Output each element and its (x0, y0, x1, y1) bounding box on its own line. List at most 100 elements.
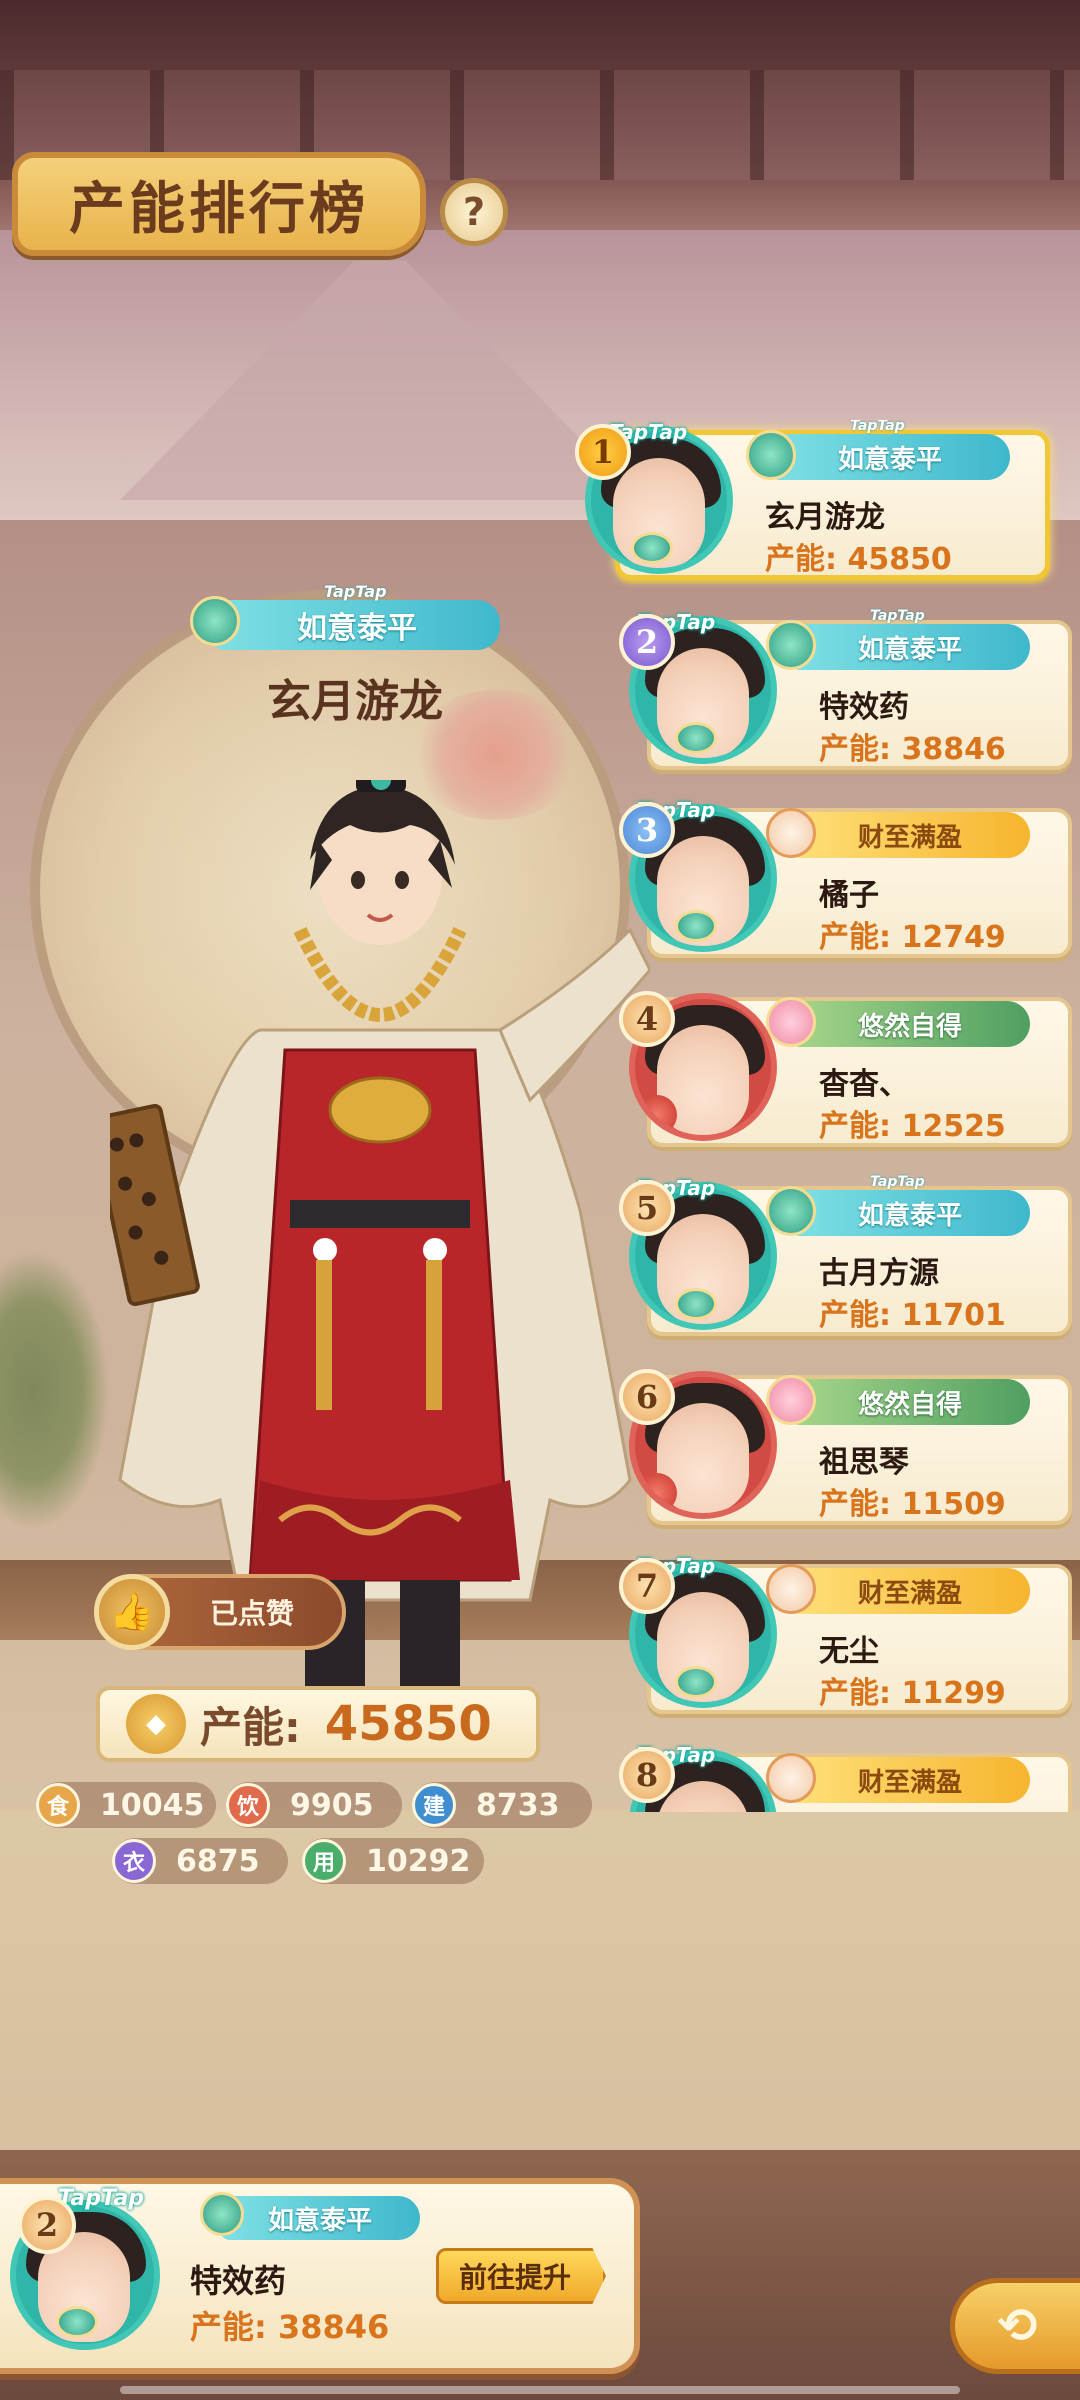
own-player-name: 特效药 (190, 2262, 287, 2300)
lotus-icon (766, 997, 816, 1047)
rank-number: 8 (619, 1747, 675, 1803)
help-button[interactable]: ? (440, 178, 508, 246)
title-badge: 悠然自得 (766, 1375, 1030, 1425)
back-arrow-icon: ⟲ (997, 2298, 1038, 2354)
money-bag-icon: ◆ (126, 1694, 186, 1754)
title-badge-label: 如意泰平 (857, 1200, 962, 1231)
stat-drink-value: 9905 (290, 1787, 374, 1823)
player-capacity: 产能: 45850 (765, 542, 952, 577)
lucky-cat-icon (766, 1753, 816, 1803)
food-icon: 食 (36, 1783, 80, 1827)
title-badge: 财至满盈 (766, 1564, 1030, 1614)
jade-icon (766, 620, 816, 670)
leaderboard-row-7[interactable]: TapTap 7 财至满盈 无尘 产能: 11299 (575, 1554, 1072, 1714)
title-badge-label: 财至满盈 (857, 1767, 962, 1798)
title-badge: 悠然自得 (766, 997, 1030, 1047)
title-badge-label: 财至满盈 (857, 822, 962, 853)
stat-clothing-value: 6875 (176, 1843, 260, 1879)
featured-player-name: 玄月游龙 (267, 676, 443, 727)
jade-icon (200, 2192, 244, 2236)
use-icon: 用 (302, 1839, 346, 1883)
lucky-cat-icon (766, 808, 816, 858)
question-icon: ? (462, 190, 486, 234)
player-name: 杳杳、 (819, 1067, 909, 1102)
player-name: 橘子 (819, 878, 879, 913)
drink-icon: 饮 (226, 1783, 270, 1827)
player-name: 祖思琴 (819, 1445, 909, 1480)
leaderboard-row-1[interactable]: TapTap 1 TapTap 如意泰平 玄月游龙 产能: 45850 (575, 420, 1060, 580)
back-button[interactable]: ⟲ (950, 2278, 1080, 2374)
rank-number: 7 (619, 1558, 675, 1614)
taptap-logo: TapTap (324, 582, 387, 601)
rank-number: 5 (619, 1180, 675, 1236)
own-title-badge: 如意泰平 (200, 2192, 420, 2240)
like-button[interactable]: 👍 已点赞 (94, 1574, 346, 1650)
title-badge-label: 悠然自得 (857, 1011, 962, 1042)
title-badge: TapTap 如意泰平 (766, 1174, 1030, 1236)
stat-use-value: 10292 (366, 1843, 471, 1879)
stat-drink: 饮 9905 (226, 1782, 402, 1828)
taptap-logo: TapTap (58, 2186, 144, 2211)
rank-number: 4 (619, 991, 675, 1047)
featured-title-badge: TapTap 如意泰平 (190, 582, 500, 654)
player-capacity: 产能: 11701 (819, 1298, 1006, 1333)
clothing-icon: 衣 (112, 1839, 156, 1883)
own-player-capacity: 产能: 38846 (190, 2308, 390, 2346)
own-rank-number: 2 (18, 2196, 76, 2254)
lotus-icon (766, 1375, 816, 1425)
player-capacity: 产能: 12749 (819, 920, 1006, 955)
taptap-logo: TapTap (870, 608, 925, 624)
stat-build: 建 8733 (412, 1782, 592, 1828)
title-badge: 财至满盈 (766, 808, 1030, 858)
rank-number: 2 (619, 614, 675, 670)
leaderboard-row-4[interactable]: 4 悠然自得 杳杳、 产能: 12525 (575, 987, 1072, 1147)
player-name: 特效药 (819, 690, 909, 725)
stat-use: 用 10292 (302, 1838, 484, 1884)
featured-badge-label: 如意泰平 (297, 611, 417, 646)
player-capacity: 产能: 12525 (819, 1109, 1006, 1144)
player-capacity: 产能: 38846 (819, 732, 1006, 767)
leaderboard-row-8[interactable]: TapTap 8 财至满盈 (575, 1743, 1072, 1812)
player-name: 玄月游龙 (765, 500, 885, 535)
jade-icon (746, 430, 796, 480)
jade-icon (766, 1186, 816, 1236)
stat-food-value: 10045 (100, 1787, 205, 1823)
title-badge-label: 悠然自得 (857, 1389, 962, 1420)
taptap-logo: TapTap (850, 420, 905, 434)
rank-number: 6 (619, 1369, 675, 1425)
player-capacity: 产能: 11299 (819, 1676, 1006, 1711)
capacity-value: 45850 (324, 1696, 492, 1752)
title-badge-label: 如意泰平 (837, 444, 942, 475)
capacity-display: ◆ 产能: 45850 (96, 1686, 540, 1762)
player-name: 古月方源 (819, 1256, 939, 1291)
stat-build-value: 8733 (476, 1787, 560, 1823)
title-badge-label: 财至满盈 (857, 1578, 962, 1609)
background-plant (0, 1250, 110, 1530)
title-badge: TapTap 如意泰平 (766, 608, 1030, 670)
rank-number: 3 (619, 802, 675, 858)
title-badge: 财至满盈 (766, 1753, 1030, 1803)
leaderboard-row-5[interactable]: TapTap 5 TapTap 如意泰平 古月方源 产能: 11701 (575, 1174, 1072, 1336)
go-improve-button[interactable]: 前往提升 (436, 2248, 606, 2304)
title-badge-label: 如意泰平 (857, 634, 962, 665)
rank-number: 1 (575, 424, 631, 480)
player-name: 无尘 (819, 1634, 879, 1669)
title-banner: 产能排行榜 (12, 152, 426, 256)
featured-character-figure (110, 780, 650, 1690)
like-label: 已点赞 (210, 1597, 295, 1630)
build-icon: 建 (412, 1783, 456, 1827)
stat-clothing: 衣 6875 (112, 1838, 288, 1884)
title-badge: TapTap 如意泰平 (746, 420, 1010, 480)
home-indicator[interactable] (120, 2386, 960, 2394)
leaderboard-row-2[interactable]: TapTap 2 TapTap 如意泰平 特效药 产能: 38846 (575, 608, 1072, 770)
page-title: 产能排行榜 (69, 175, 369, 242)
jade-icon (190, 596, 240, 646)
own-title-badge-label: 如意泰平 (267, 2205, 372, 2236)
player-capacity: 产能: 11509 (819, 1487, 1006, 1522)
leaderboard-row-3[interactable]: TapTap 3 财至满盈 橘子 产能: 12749 (575, 798, 1072, 958)
leaderboard-list[interactable]: TapTap 1 TapTap 如意泰平 玄月游龙 产能: 45850 TapT… (575, 420, 1080, 1812)
capacity-label: 产能: (200, 1702, 301, 1752)
stat-food: 食 10045 (36, 1782, 216, 1828)
thumbs-up-icon: 👍 (94, 1574, 170, 1650)
leaderboard-row-6[interactable]: 6 悠然自得 祖思琴 产能: 11509 (575, 1365, 1072, 1525)
